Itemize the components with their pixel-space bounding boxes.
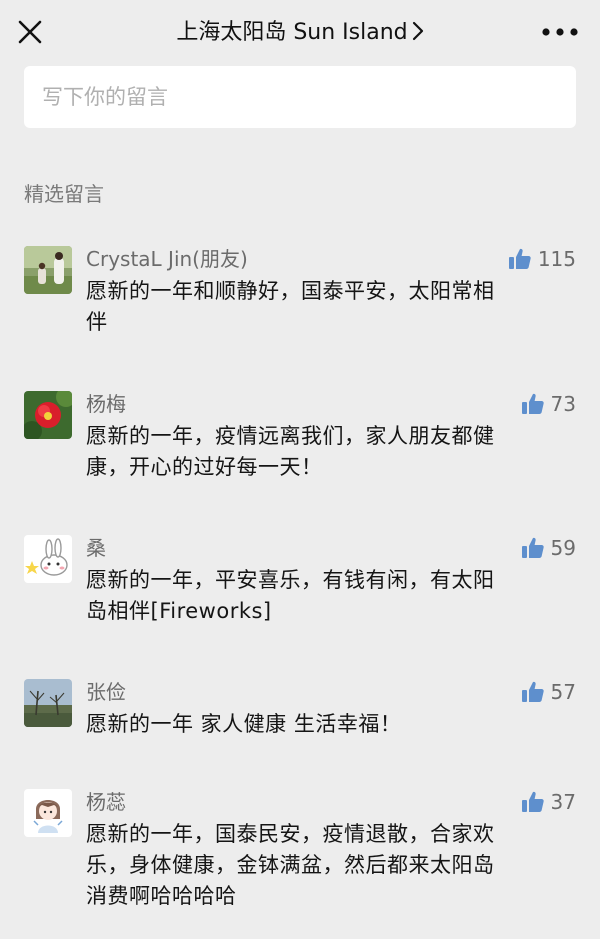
comment-text-line: 愿新的一年，疫情远离我们，家人朋友都健: [86, 424, 495, 448]
like-count: 115: [537, 247, 576, 271]
page-title-link[interactable]: 上海太阳岛 Sun Island: [120, 16, 480, 50]
comment-text: 愿新的一年，国泰民安，疫情退散，合家欢 乐，身体健康，金钵满盆，然后都来太阳岛 …: [86, 819, 566, 912]
comment-text-line: 愿新的一年 家人健康 生活幸福！: [86, 712, 402, 736]
thumbs-up-icon: [508, 248, 531, 269]
close-icon: [18, 20, 42, 44]
comment-text-line: 乐，身体健康，金钵满盆，然后都来太阳岛: [86, 853, 495, 877]
top-bar: 上海太阳岛 Sun Island: [0, 0, 600, 66]
like-button[interactable]: 37: [521, 786, 576, 818]
comment-text-line: 消费啊哈哈哈哈: [86, 884, 237, 908]
thumbs-up-icon: [521, 393, 544, 414]
like-button[interactable]: 57: [521, 676, 576, 708]
more-icon: [542, 28, 578, 36]
comment-text-line: 愿新的一年，平安喜乐，有钱有闲，有太阳: [86, 568, 495, 592]
close-button[interactable]: [14, 16, 46, 48]
more-button[interactable]: [538, 18, 582, 46]
comment-text: 愿新的一年 家人健康 生活幸福！: [86, 709, 566, 740]
like-button[interactable]: 115: [508, 243, 576, 275]
avatar[interactable]: [24, 535, 72, 583]
comment-text: 愿新的一年，平安喜乐，有钱有闲，有太阳 岛相伴[Fireworks]: [86, 565, 566, 627]
comment-author: CrystaL Jin(朋友): [86, 247, 248, 271]
comment-input-placeholder: 写下你的留言: [42, 85, 168, 109]
comment-text-line: 康，开心的过好每一天！: [86, 455, 323, 479]
section-title-featured-comments: 精选留言: [24, 182, 104, 206]
chevron-right-icon: [412, 21, 423, 41]
like-count: 59: [550, 536, 576, 560]
like-button[interactable]: 59: [521, 532, 576, 564]
thumbs-up-icon: [521, 681, 544, 702]
comment-text-line: 愿新的一年，国泰民安，疫情退散，合家欢: [86, 822, 495, 846]
avatar[interactable]: [24, 789, 72, 837]
avatar[interactable]: [24, 246, 72, 294]
thumbs-up-icon: [521, 791, 544, 812]
comment-text-line: 伴: [86, 310, 108, 334]
comment-text-line: 岛相伴[Fireworks]: [86, 599, 272, 623]
page-title: 上海太阳岛 Sun Island: [176, 20, 408, 45]
comment-input[interactable]: 写下你的留言: [24, 66, 576, 128]
avatar[interactable]: [24, 391, 72, 439]
like-count: 57: [550, 680, 576, 704]
comment-author: 杨梅: [86, 392, 126, 416]
comment-author: 张俭: [86, 680, 126, 704]
like-count: 73: [550, 392, 576, 416]
comment-text-line: 愿新的一年和顺静好，国泰平安，太阳常相: [86, 279, 495, 303]
comment-author: 桑: [86, 536, 106, 560]
like-button[interactable]: 73: [521, 388, 576, 420]
thumbs-up-icon: [521, 537, 544, 558]
like-count: 37: [550, 790, 576, 814]
comment-author: 杨蕊: [86, 790, 126, 814]
comment-text: 愿新的一年和顺静好，国泰平安，太阳常相 伴: [86, 276, 566, 338]
comment-text: 愿新的一年，疫情远离我们，家人朋友都健 康，开心的过好每一天！: [86, 421, 566, 483]
avatar[interactable]: [24, 679, 72, 727]
